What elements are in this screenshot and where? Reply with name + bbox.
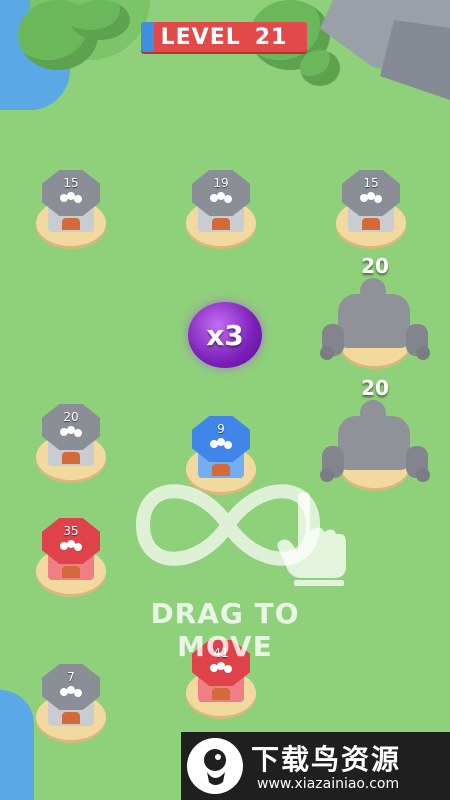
troop-dots xyxy=(210,192,232,204)
golem-head xyxy=(360,278,386,304)
troop-dots xyxy=(360,192,382,204)
tower-door xyxy=(62,218,80,230)
tower-door xyxy=(212,688,230,700)
golem-fist xyxy=(416,346,430,360)
golem-fist xyxy=(416,468,430,482)
pointing-hand-icon xyxy=(277,492,346,586)
tower-count: 35 xyxy=(63,524,79,538)
level-label: LEVEL xyxy=(160,24,241,50)
golem-fist xyxy=(320,346,334,360)
golem-enemy[interactable]: 20 xyxy=(320,254,430,374)
tower-door xyxy=(62,452,80,464)
level-badge: LEVEL 21 xyxy=(141,22,307,52)
tower-blue[interactable]: 9 xyxy=(192,416,250,478)
watermark-banner: 下载鸟资源 www.xiazainiao.com xyxy=(181,732,450,800)
tower-door xyxy=(362,218,380,230)
golem-head xyxy=(360,400,386,426)
tree xyxy=(300,50,340,86)
golem-enemy[interactable]: 20 xyxy=(320,376,430,496)
tower-red[interactable]: 35 xyxy=(42,518,100,580)
troop-dots xyxy=(60,540,82,552)
bird-logo-icon xyxy=(187,738,243,794)
tower-count: 19 xyxy=(213,176,229,190)
golem-count: 20 xyxy=(361,376,389,400)
tower-gray[interactable]: 20 xyxy=(42,404,100,466)
troop-dots xyxy=(60,686,82,698)
drag-hint-text: DRAG TO MOVE xyxy=(150,597,300,663)
watermark-title: 下载鸟资源 xyxy=(251,743,402,776)
watermark-url: www.xiazainiao.com xyxy=(257,776,400,792)
troop-dots xyxy=(60,192,82,204)
level-progress-bar xyxy=(141,22,155,52)
tower-door xyxy=(212,218,230,230)
tower-door xyxy=(62,712,80,724)
multiplier-orb[interactable]: x3 xyxy=(188,302,262,368)
multiplier-label: x3 xyxy=(206,318,244,352)
tower-gray[interactable]: 15 xyxy=(342,170,400,232)
tower-gray[interactable]: 15 xyxy=(42,170,100,232)
tower-count: 7 xyxy=(67,670,75,684)
tower-count: 15 xyxy=(363,176,379,190)
tower-count: 15 xyxy=(63,176,79,190)
tree xyxy=(70,0,130,40)
tower-count: 9 xyxy=(217,422,225,436)
troop-dots xyxy=(60,426,82,438)
troop-dots xyxy=(210,662,232,674)
tower-count: 20 xyxy=(63,410,79,424)
water-bottom-left xyxy=(0,690,34,800)
tower-gray[interactable]: 19 xyxy=(192,170,250,232)
golem-count: 20 xyxy=(361,254,389,278)
troop-dots xyxy=(210,438,232,450)
tower-door xyxy=(62,566,80,578)
level-number: 21 xyxy=(254,24,288,50)
tower-gray[interactable]: 7 xyxy=(42,664,100,726)
